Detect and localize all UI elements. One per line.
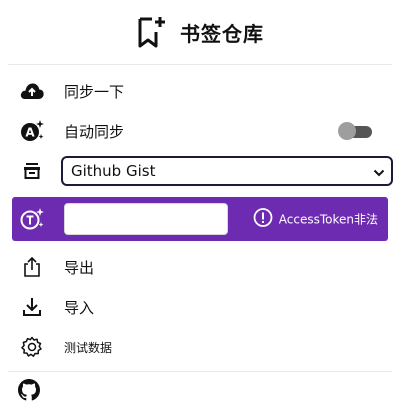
auto-sync-row: A 自动同步	[0, 111, 400, 151]
storage-select[interactable]: Github Gist	[61, 156, 393, 186]
token-warning-text: AccessToken非法	[278, 212, 378, 227]
warning-circle-icon	[253, 208, 273, 231]
header: 书签仓库	[0, 0, 400, 64]
app-title: 书签仓库	[180, 21, 264, 46]
auto-sync-toggle[interactable]	[338, 122, 372, 140]
storage-select-value: Github Gist	[71, 162, 156, 180]
token-bar: AccessToken非法	[12, 197, 388, 241]
export-label: 导出	[64, 258, 95, 277]
cloud-upload-icon	[18, 77, 46, 105]
export-button[interactable]: 导出	[0, 247, 400, 287]
access-token-input[interactable]	[64, 203, 228, 235]
token-warning: AccessToken非法	[253, 208, 378, 231]
import-label: 导入	[64, 298, 95, 317]
storage-row: Github Gist	[0, 151, 400, 191]
svg-text:A: A	[25, 126, 35, 140]
bookmark-plus-icon	[136, 15, 166, 49]
import-button[interactable]: 导入	[0, 287, 400, 327]
github-icon[interactable]	[18, 379, 40, 405]
gear-icon	[18, 333, 46, 361]
test-data-label: 测试数据	[64, 340, 113, 355]
auto-sparkle-icon: A	[18, 117, 46, 145]
auto-sync-label: 自动同步	[64, 122, 125, 141]
toggle-knob	[338, 122, 356, 140]
token-sparkle-icon	[18, 205, 46, 233]
sync-label: 同步一下	[64, 82, 125, 101]
share-export-icon	[18, 253, 46, 281]
test-data-button[interactable]: 测试数据	[0, 327, 400, 367]
sync-button[interactable]: 同步一下	[0, 71, 400, 111]
footer	[0, 372, 400, 412]
chevron-down-icon	[373, 162, 385, 181]
archive-icon	[18, 157, 46, 185]
download-import-icon	[18, 293, 46, 321]
